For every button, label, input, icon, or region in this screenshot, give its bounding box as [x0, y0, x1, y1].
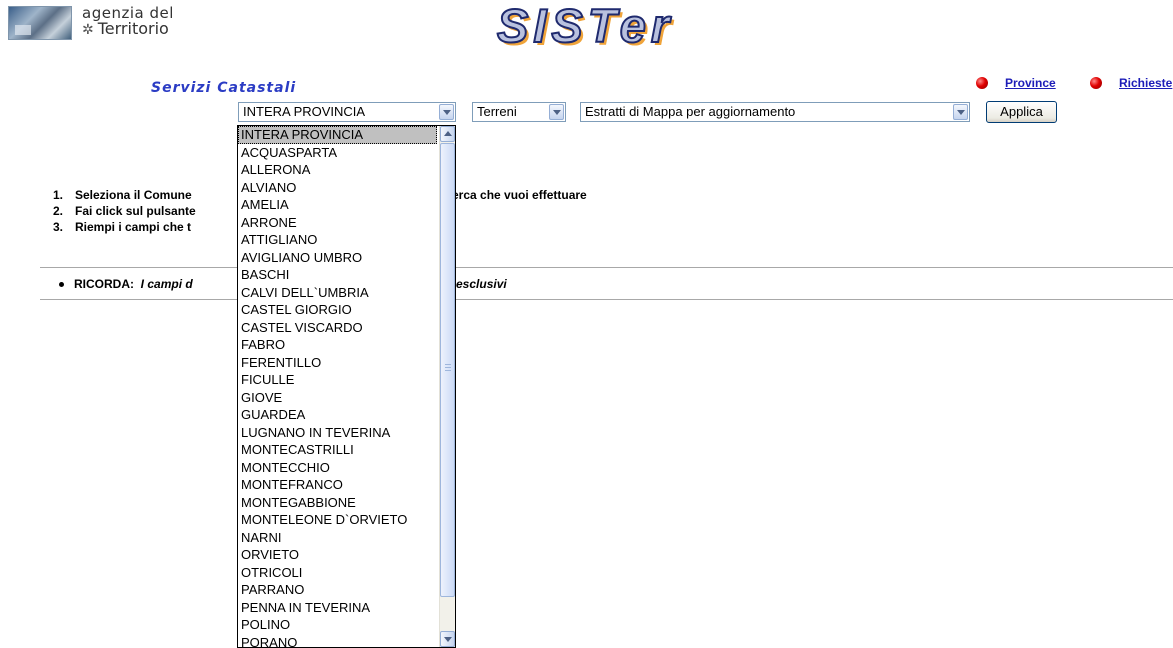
red-bullet-icon: [1090, 77, 1102, 89]
instruction-item: 1. Seleziona il Comune: [53, 187, 196, 203]
comune-option[interactable]: MONTECCHIO: [238, 459, 437, 477]
remember-note: RICORDA: I campi d: [59, 276, 193, 292]
instruction-text-continued: icerca che vuoi effettuare: [442, 188, 587, 202]
section-title: Servizi Catastali: [151, 80, 297, 96]
instruction-item: 2. Fai click sul pulsante: [53, 203, 196, 219]
agency-logo-image: [8, 6, 72, 40]
remember-label: RICORDA:: [74, 277, 134, 291]
divider: [40, 267, 1173, 268]
nav-link-richieste[interactable]: Richieste: [1090, 76, 1172, 90]
comune-select-value: INTERA PROVINCIA: [243, 104, 366, 119]
comune-option[interactable]: GUARDEA: [238, 406, 437, 424]
red-bullet-icon: [976, 77, 988, 89]
comune-select[interactable]: INTERA PROVINCIA: [238, 102, 456, 122]
comune-dropdown-list[interactable]: INTERA PROVINCIA ACQUASPARTA ALLERONA ALVIA…: [237, 125, 456, 648]
bullet-icon: [59, 282, 64, 288]
chevron-down-icon[interactable]: [953, 104, 968, 120]
catasto-type-select[interactable]: Terreni: [472, 102, 566, 122]
divider: [40, 299, 1173, 300]
comune-option[interactable]: GIOVE: [238, 389, 437, 407]
instruction-number: 3.: [53, 220, 64, 234]
scrollbar-thumb[interactable]: [440, 143, 455, 597]
comune-option[interactable]: FABRO: [238, 336, 437, 354]
comune-option[interactable]: CASTEL VISCARDO: [238, 319, 437, 337]
nav-link-province[interactable]: Province: [976, 76, 1056, 90]
comune-option[interactable]: OTRICOLI: [238, 564, 437, 582]
comune-option[interactable]: PORANO: [238, 634, 437, 648]
sister-logo: SISTer: [496, 0, 675, 53]
grip-icon: [445, 364, 451, 371]
comune-option[interactable]: ORVIETO: [238, 546, 437, 564]
instruction-text: Riempi i campi che t: [75, 220, 192, 234]
comune-option[interactable]: MONTEGABBIONE: [238, 494, 437, 512]
nav-link-label: Province: [1005, 76, 1056, 90]
instructions-list: 1. Seleziona il Comune 2. Fai click sul pu…: [53, 187, 196, 235]
agency-name-line2: ✲ Territorio: [82, 19, 169, 38]
comune-option[interactable]: MONTEFRANCO: [238, 476, 437, 494]
comune-options: INTERA PROVINCIA ACQUASPARTA ALLERONA ALVIA…: [238, 126, 437, 648]
agency-name-line2-text: Territorio: [97, 19, 169, 38]
comune-option[interactable]: INTERA PROVINCIA: [238, 126, 437, 144]
instruction-number: 2.: [53, 204, 64, 218]
service-select[interactable]: Estratti di Mappa per aggiornamento: [580, 102, 970, 122]
service-select-value: Estratti di Mappa per aggiornamento: [585, 104, 796, 119]
comune-option[interactable]: CASTEL GIORGIO: [238, 301, 437, 319]
chevron-down-icon[interactable]: [549, 104, 564, 120]
comune-option[interactable]: LUGNANO IN TEVERINA: [238, 424, 437, 442]
scroll-down-arrow-icon[interactable]: [440, 631, 455, 647]
comune-option[interactable]: POLINO: [238, 616, 437, 634]
comune-option[interactable]: ARRONE: [238, 214, 437, 232]
instruction-item: 3. Riempi i campi che t: [53, 219, 196, 235]
comune-option[interactable]: ALVIANO: [238, 179, 437, 197]
comune-option[interactable]: AVIGLIANO UMBRO: [238, 249, 437, 267]
apply-button[interactable]: Applica: [986, 101, 1057, 123]
scroll-up-arrow-icon[interactable]: [440, 126, 455, 142]
comune-option[interactable]: AMELIA: [238, 196, 437, 214]
comune-option[interactable]: PENNA IN TEVERINA: [238, 599, 437, 617]
comune-option[interactable]: CALVI DELL`UMBRIA: [238, 284, 437, 302]
comune-option[interactable]: MONTELEONE D`ORVIETO: [238, 511, 437, 529]
agency-emblem-icon: ✲: [82, 22, 94, 38]
instruction-text: Fai click sul pulsante: [75, 204, 196, 218]
comune-option[interactable]: ATTIGLIANO: [238, 231, 437, 249]
comune-option[interactable]: MONTECASTRILLI: [238, 441, 437, 459]
remember-text: I campi d: [140, 277, 193, 291]
comune-option[interactable]: FICULLE: [238, 371, 437, 389]
instruction-number: 1.: [53, 188, 64, 202]
comune-option[interactable]: NARNI: [238, 529, 437, 547]
comune-option[interactable]: ACQUASPARTA: [238, 144, 437, 162]
catasto-type-value: Terreni: [477, 104, 517, 119]
chevron-down-icon[interactable]: [439, 104, 454, 120]
nav-link-label: Richieste: [1119, 76, 1173, 90]
comune-option[interactable]: BASCHI: [238, 266, 437, 284]
instruction-text: Seleziona il Comune: [75, 188, 192, 202]
dropdown-scrollbar[interactable]: [439, 126, 455, 647]
comune-option[interactable]: PARRANO: [238, 581, 437, 599]
comune-option[interactable]: FERENTILLO: [238, 354, 437, 372]
comune-option[interactable]: ALLERONA: [238, 161, 437, 179]
